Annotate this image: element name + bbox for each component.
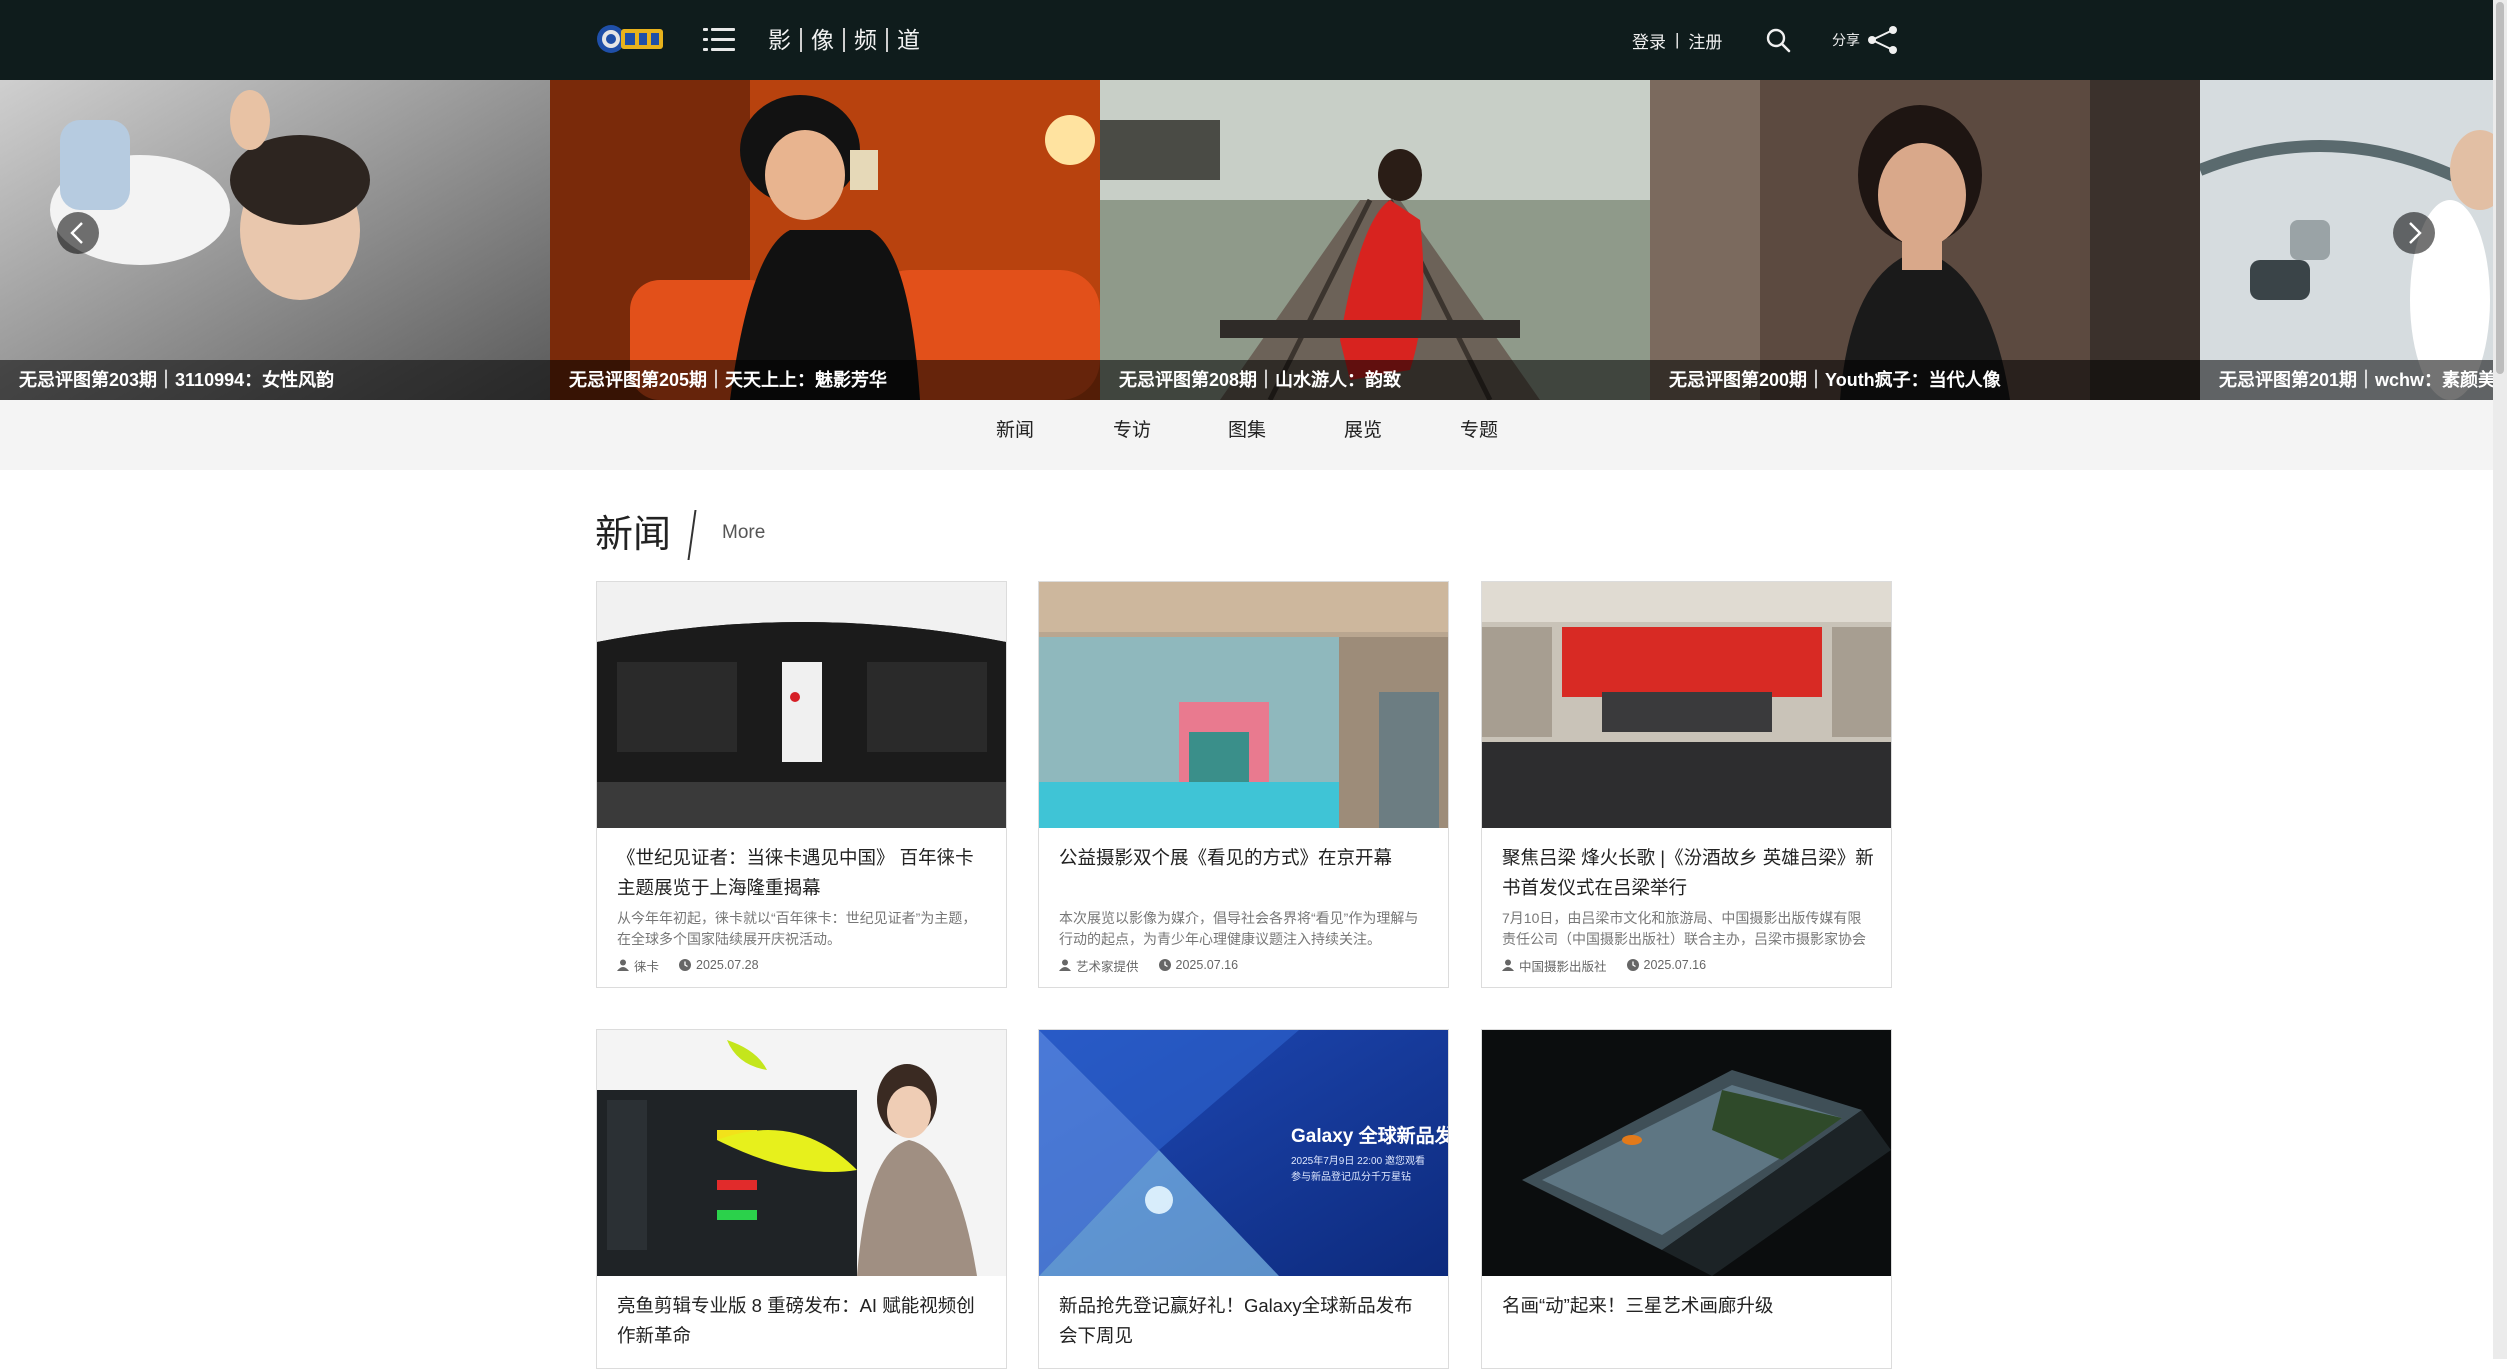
share-icon <box>1868 26 1897 54</box>
login-link[interactable]: 登录 <box>1632 28 1666 53</box>
card-meta: 艺术家提供 2025.07.16 <box>1059 956 1258 974</box>
card-date: 2025.07.16 <box>1643 958 1707 972</box>
news-card[interactable]: Galaxy 全球新品发 2025年7月9日 22:00 邀您观看 参与新品登记… <box>1038 1029 1449 1369</box>
clock-icon <box>1158 959 1171 971</box>
slide-caption: 无忌评图第200期｜Youth疯子：当代人像 <box>1650 360 2200 400</box>
news-card[interactable]: 公益摄影双个展《看见的方式》在京开幕 本次展览以影像为媒介，倡导社会各界将“看见… <box>1038 581 1449 988</box>
card-title: 《世纪见证者：当徕卡遇见中国》 百年徕卡主题展览于上海隆重揭幕 <box>617 847 974 898</box>
slide-caption: 无忌评图第201期｜wchw：素颜美 <box>2200 360 2493 400</box>
card-thumbnail <box>1039 582 1448 828</box>
slide-photo <box>2200 80 2493 400</box>
news-card[interactable]: 名画“动”起来！三星艺术画廊升级 <box>1481 1029 1892 1369</box>
search-icon[interactable] <box>1765 27 1791 53</box>
clock-icon <box>1626 959 1639 971</box>
slide-photo <box>1100 80 1650 400</box>
thumb-line: 2025年7月9日 22:00 邀您观看 <box>1291 1154 1425 1167</box>
card-thumbnail <box>597 582 1006 828</box>
carousel-prev-button[interactable] <box>57 212 99 254</box>
title-divider <box>687 510 697 560</box>
card-date: 2025.07.28 <box>696 958 759 972</box>
chevron-right-icon <box>2409 222 2422 244</box>
nav-item-news[interactable]: 新闻 <box>996 400 1034 470</box>
user-icon <box>1059 959 1071 971</box>
card-thumbnail: Galaxy 全球新品发 2025年7月9日 22:00 邀您观看 参与新品登记… <box>1039 1030 1448 1276</box>
nav-item-galleries[interactable]: 图集 <box>1228 400 1266 470</box>
register-link[interactable]: 注册 <box>1688 28 1722 53</box>
user-icon <box>1502 959 1514 971</box>
channel-char: 频 <box>843 28 886 52</box>
thumb-line: 参与新品登记瓜分千万星钻 <box>1291 1170 1411 1183</box>
card-thumbnail <box>597 1030 1006 1276</box>
news-card[interactable]: 亮鱼剪辑专业版 8 重磅发布：AI 赋能视频创作新革命 <box>596 1029 1007 1369</box>
slide-caption: 无忌评图第205期｜天天上上：魅影芳华 <box>550 360 1100 400</box>
card-date: 2025.07.16 <box>1175 958 1239 972</box>
section-nav: 新闻 专访 图集 展览 专题 <box>0 400 2493 470</box>
menu-icon[interactable] <box>703 26 735 54</box>
site-logo[interactable] <box>595 20 667 58</box>
slide-photo <box>550 80 1100 400</box>
scrollbar-thumb[interactable] <box>2496 2 2504 374</box>
auth-links: 登录 | 注册 <box>1632 24 1722 56</box>
card-title: 公益摄影双个展《看见的方式》在京开幕 <box>1059 847 1393 868</box>
section-title: 新闻 <box>595 514 672 556</box>
auth-separator: | <box>1675 30 1680 49</box>
slide-caption: 无忌评图第203期｜3110994：女性风韵 <box>0 360 550 400</box>
photo-carousel: 无忌评图第203期｜3110994：女性风韵 无忌评图第205期｜天天上上：魅影… <box>0 80 2493 400</box>
nav-item-topics[interactable]: 专题 <box>1460 400 1498 470</box>
channel-char: 像 <box>800 28 843 52</box>
share-label: 分享 <box>1832 32 1860 48</box>
card-title: 名画“动”起来！三星艺术画廊升级 <box>1502 1295 1774 1316</box>
card-thumbnail <box>1482 582 1891 828</box>
news-card[interactable]: 《世纪见证者：当徕卡遇见中国》 百年徕卡主题展览于上海隆重揭幕 从今年年初起，徕… <box>596 581 1007 988</box>
clock-icon <box>679 959 692 971</box>
carousel-slide[interactable]: 无忌评图第205期｜天天上上：魅影芳华 <box>550 80 1100 400</box>
slide-photo <box>1650 80 2200 400</box>
chevron-left-icon <box>70 222 83 244</box>
card-description: 本次展览以影像为媒介，倡导社会各界将“看见”作为理解与行动的起点，为青少年心理健… <box>1059 910 1419 947</box>
card-author: 艺术家提供 <box>1076 959 1139 974</box>
card-title: 聚焦吕梁 烽火长歌 |《汾酒故乡 英雄吕梁》新书首发仪式在吕梁举行 <box>1502 847 1874 898</box>
user-icon <box>617 959 629 971</box>
channel-char: 道 <box>886 28 929 52</box>
channel-title: 影 像 频 道 <box>766 22 929 58</box>
channel-char: 影 <box>768 27 791 53</box>
card-description: 从今年年初起，徕卡就以“百年徕卡：世纪见证者”为主题，在全球多个国家陆续展开庆祝… <box>617 910 977 947</box>
card-meta: 徕卡 2025.07.28 <box>617 956 779 974</box>
news-card[interactable]: 聚焦吕梁 烽火长歌 |《汾酒故乡 英雄吕梁》新书首发仪式在吕梁举行 7月10日，… <box>1481 581 1892 988</box>
thumb-headline: Galaxy 全球新品发 <box>1291 1124 1448 1147</box>
page-scrollbar[interactable] <box>2493 0 2507 1359</box>
card-meta: 中国摄影出版社 2025.07.16 <box>1502 956 1726 974</box>
card-author: 徕卡 <box>634 959 660 974</box>
card-thumbnail <box>1482 1030 1891 1276</box>
card-author: 中国摄影出版社 <box>1519 959 1607 974</box>
share-button[interactable]: 分享 <box>1832 22 1900 58</box>
carousel-slide[interactable]: 无忌评图第201期｜wchw：素颜美 <box>2200 80 2493 400</box>
top-bar: 影 像 频 道 登录 | 注册 分享 <box>0 0 2493 80</box>
carousel-slide[interactable]: 无忌评图第208期｜山水游人：韵致 <box>1100 80 1650 400</box>
more-link[interactable]: More <box>722 522 765 544</box>
nav-item-exhibitions[interactable]: 展览 <box>1344 400 1382 470</box>
slide-caption: 无忌评图第208期｜山水游人：韵致 <box>1100 360 1650 400</box>
card-title: 新品抢先登记赢好礼！Galaxy全球新品发布会下周见 <box>1059 1295 1413 1346</box>
card-title: 亮鱼剪辑专业版 8 重磅发布：AI 赋能视频创作新革命 <box>617 1295 975 1346</box>
card-description: 7月10日，由吕梁市文化和旅游局、中国摄影出版传媒有限责任公司（中国摄影出版社）… <box>1502 910 1866 947</box>
carousel-next-button[interactable] <box>2393 212 2435 254</box>
nav-item-interviews[interactable]: 专访 <box>1113 400 1151 470</box>
carousel-slide[interactable]: 无忌评图第200期｜Youth疯子：当代人像 <box>1650 80 2200 400</box>
